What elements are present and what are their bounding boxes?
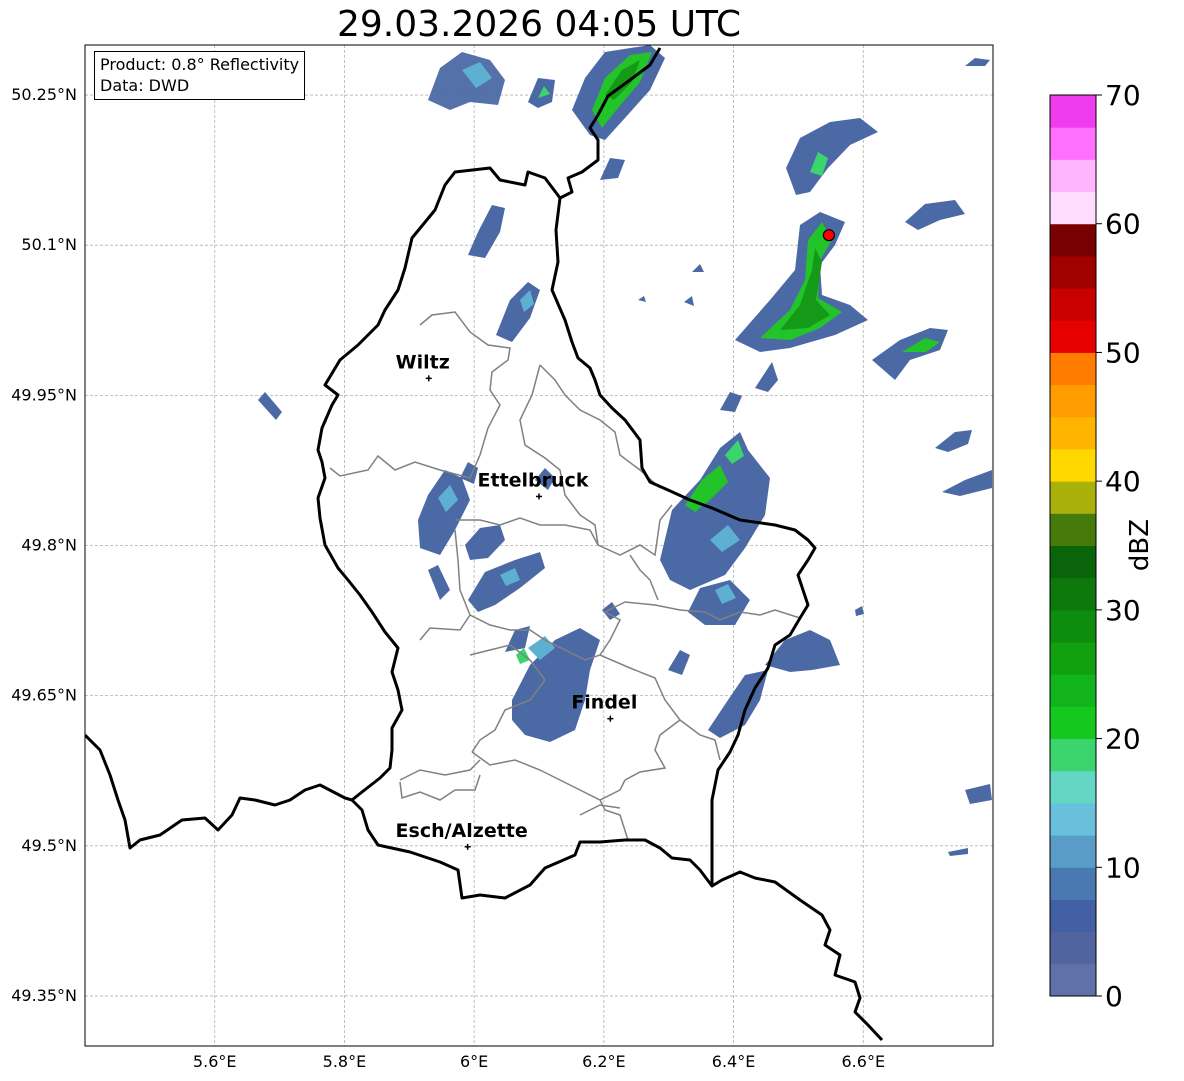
colorbar-tick-label: 10: [1105, 851, 1141, 884]
lon-tick-label: 6.6°E: [842, 1052, 886, 1071]
colorbar-tick-label: 50: [1105, 336, 1141, 369]
colorbar-segment: [1050, 448, 1096, 482]
lat-tick-label: 49.65°N: [11, 686, 77, 705]
data-source-label: Data: DWD: [100, 76, 190, 95]
colorbar-tick-label: 60: [1105, 208, 1141, 241]
product-info-box: Product: 0.8° Reflectivity Data: DWD: [94, 51, 306, 100]
product-label: Product: 0.8° Reflectivity: [100, 55, 300, 74]
lon-tick-label: 6.4°E: [712, 1052, 756, 1071]
colorbar-segment: [1050, 674, 1096, 707]
colorbar-segment: [1050, 384, 1096, 418]
colorbar-segment: [1050, 288, 1096, 321]
colorbar-unit-label: dBZ: [1125, 518, 1155, 572]
lat-tick-label: 49.8°N: [21, 536, 77, 555]
colorbar-segment: [1050, 481, 1096, 514]
colorbar-segment: [1050, 770, 1096, 804]
colorbar-segment: [1050, 95, 1096, 128]
radar-map-figure: Wiltz Ettelbruck Findel Esch/Alzette 50.25°…: [11, 44, 1141, 1071]
city-label: Wiltz: [396, 351, 450, 373]
colorbar-segment: [1050, 609, 1096, 643]
colorbar-segment: [1050, 320, 1096, 353]
lat-tick-label: 49.5°N: [21, 836, 77, 855]
colorbar-segment: [1050, 352, 1096, 386]
colorbar-tick-label: 20: [1105, 723, 1141, 756]
longitude-labels: 5.6°E 5.8°E 6°E 6.2°E 6.4°E 6.6°E: [193, 1052, 885, 1071]
colorbar-tick-label: 30: [1105, 594, 1141, 627]
lon-tick-label: 6.2°E: [582, 1052, 626, 1071]
colorbar: [1049, 94, 1097, 997]
lat-tick-label: 49.35°N: [11, 986, 77, 1005]
colorbar-segment: [1050, 127, 1096, 160]
latitude-labels: 50.25°N 50.1°N 49.95°N 49.8°N 49.65°N 49.5°N 4…: [11, 85, 77, 1005]
colorbar-segment: [1050, 963, 1096, 997]
colorbar-segment: [1050, 899, 1096, 933]
colorbar-segment: [1050, 545, 1096, 579]
colorbar-segment: [1050, 867, 1096, 900]
colorbar-segment: [1050, 706, 1096, 740]
colorbar-tick-label: 0: [1105, 980, 1123, 1013]
colorbar-segment: [1050, 802, 1096, 836]
colorbar-segment: [1050, 255, 1096, 289]
colorbar-segment: [1050, 931, 1096, 965]
city-label: Findel: [571, 692, 637, 714]
lon-tick-label: 6°E: [460, 1052, 488, 1071]
lat-tick-label: 49.95°N: [11, 385, 77, 404]
radar-site-marker[interactable]: [822, 229, 836, 242]
colorbar-segment: [1050, 223, 1096, 257]
lon-tick-label: 5.8°E: [323, 1052, 367, 1071]
colorbar-tick-label: 70: [1105, 79, 1141, 112]
colorbar-segment: [1050, 191, 1096, 225]
colorbar-segment: [1050, 738, 1096, 772]
colorbar-segment: [1050, 513, 1096, 546]
lat-tick-label: 50.25°N: [11, 85, 77, 104]
city-label: Ettelbruck: [478, 469, 589, 491]
colorbar-segment: [1050, 835, 1096, 868]
colorbar-tick-label: 40: [1105, 465, 1141, 498]
city-label: Esch/Alzette: [396, 820, 528, 842]
colorbar-segment: [1050, 642, 1096, 675]
colorbar-segment: [1050, 159, 1096, 193]
colorbar-segment: [1050, 416, 1096, 450]
colorbar-segment: [1050, 577, 1096, 611]
lon-tick-label: 5.6°E: [193, 1052, 237, 1071]
lat-tick-label: 50.1°N: [21, 235, 77, 254]
